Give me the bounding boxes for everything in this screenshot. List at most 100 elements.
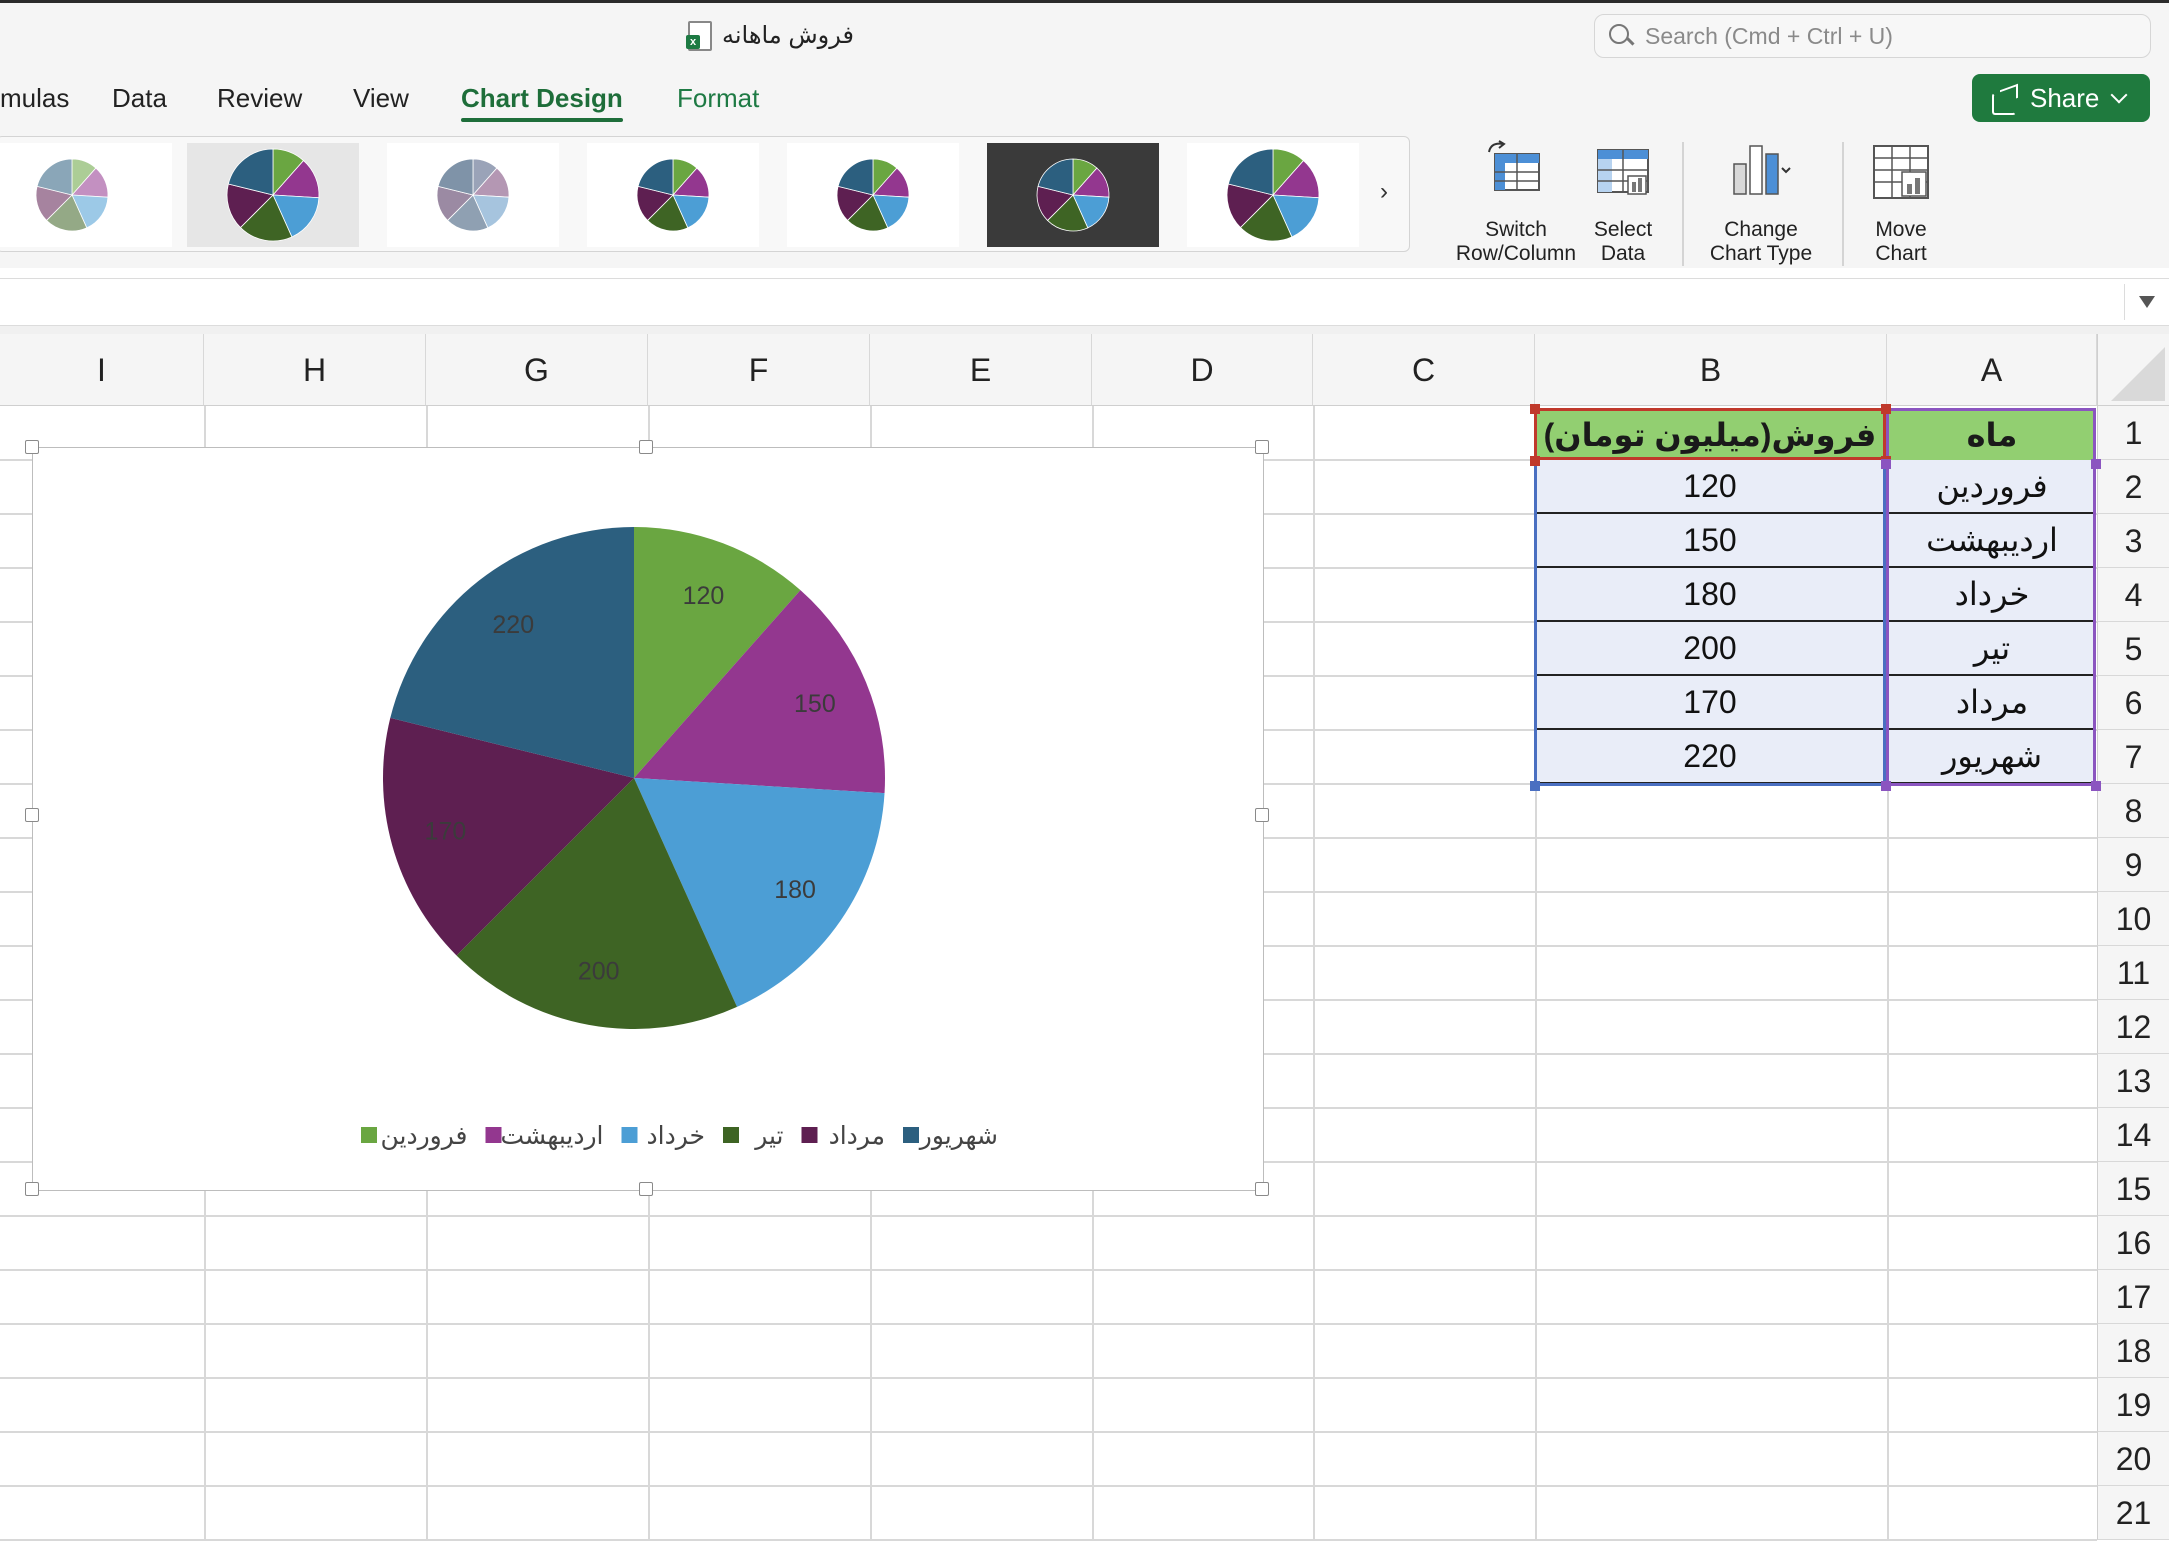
row-header-4[interactable]: 4	[2097, 568, 2169, 622]
legend-color-swatch	[723, 1127, 739, 1143]
range-handle[interactable]	[1530, 404, 1540, 414]
tab-chart-design[interactable]: Chart Design	[461, 78, 623, 122]
row-header-1[interactable]: 1	[2097, 406, 2169, 460]
legend-entry-label: مرداد	[829, 1121, 885, 1150]
chart-style-thumbnail[interactable]	[0, 143, 172, 247]
row-header-19[interactable]: 19	[2097, 1378, 2169, 1432]
row-header-5[interactable]: 5	[2097, 622, 2169, 676]
row-header-21[interactable]: 21	[2097, 1486, 2169, 1540]
legend-entry-label: شهریور	[918, 1121, 998, 1151]
row-header-7[interactable]: 7	[2097, 730, 2169, 784]
row-header-8[interactable]: 8	[2097, 784, 2169, 838]
switch-row-column-button[interactable]: Switch Row/Column	[1452, 140, 1580, 266]
legend-entry-label: فروردین	[380, 1121, 467, 1151]
chart-resize-handle[interactable]	[25, 440, 39, 454]
select-all-corner[interactable]	[2097, 334, 2169, 406]
column-header-f[interactable]: F	[648, 334, 870, 406]
legend-entry-label: خرداد	[647, 1121, 705, 1150]
range-handle[interactable]	[2091, 781, 2101, 791]
move-chart-button[interactable]: Move Chart	[1866, 140, 1936, 266]
chart-style-thumbnail[interactable]	[787, 143, 959, 247]
row-header-9[interactable]: 9	[2097, 838, 2169, 892]
move-chart-label-2: Chart	[1875, 242, 1927, 265]
range-handle[interactable]	[1881, 404, 1891, 414]
pie-data-label: 150	[794, 690, 836, 718]
select-data-icon	[1597, 149, 1649, 195]
ribbon-separator	[1842, 142, 1844, 266]
chart-style-thumbnail[interactable]	[187, 143, 359, 247]
chart-style-thumbnail[interactable]	[1187, 143, 1359, 247]
legend-color-swatch	[361, 1127, 377, 1143]
range-handle[interactable]	[1881, 459, 1891, 469]
column-header-b[interactable]: B	[1535, 334, 1887, 406]
change-chart-type-button[interactable]: Change Chart Type	[1700, 140, 1822, 266]
chart-resize-handle[interactable]	[1255, 440, 1269, 454]
row-header-6[interactable]: 6	[2097, 676, 2169, 730]
row-header-3[interactable]: 3	[2097, 514, 2169, 568]
row-header-2[interactable]: 2	[2097, 460, 2169, 514]
range-handle[interactable]	[1881, 781, 1891, 791]
column-header-c[interactable]: C	[1313, 334, 1535, 406]
tab-review[interactable]: Review	[217, 78, 302, 118]
column-header-g[interactable]: G	[426, 334, 648, 406]
expand-formula-bar-icon[interactable]	[2124, 284, 2169, 320]
pie-chart[interactable]: 120 150 180 200 170 220 شهریور مرداد تیر خرداد ارد…	[32, 447, 1262, 1189]
legend-color-swatch	[801, 1127, 818, 1143]
column-header-i[interactable]: I	[0, 334, 204, 406]
row-header-15[interactable]: 15	[2097, 1162, 2169, 1216]
row-header-10[interactable]: 10	[2097, 892, 2169, 946]
switch-row-column-label-2: Row/Column	[1455, 242, 1577, 265]
chart-resize-handle[interactable]	[1255, 1182, 1269, 1196]
document-title-text: فروش ماهانه	[722, 21, 854, 49]
range-handle[interactable]	[1530, 781, 1540, 791]
pie-data-label: 200	[578, 958, 620, 986]
column-header-a[interactable]: A	[1887, 334, 2097, 406]
row-header-13[interactable]: 13	[2097, 1054, 2169, 1108]
formula-bar[interactable]	[0, 278, 2169, 326]
row-header-17[interactable]: 17	[2097, 1270, 2169, 1324]
column-gridline	[1313, 406, 1315, 1539]
chart-resize-handle[interactable]	[639, 440, 653, 454]
pie-data-label: 170	[425, 818, 467, 846]
tab-format[interactable]: Format	[677, 78, 759, 118]
legend-entry-label: تیر	[753, 1121, 783, 1150]
row-header-18[interactable]: 18	[2097, 1324, 2169, 1378]
tab-formulas[interactable]: mulas	[0, 78, 69, 118]
chart-style-thumbnail[interactable]	[387, 143, 559, 247]
ribbon-tab-bar	[0, 72, 2169, 128]
chart-resize-handle[interactable]	[25, 808, 39, 822]
move-chart-label-1: Move	[1875, 218, 1927, 241]
change-chart-type-label-1: Change	[1724, 218, 1798, 241]
chart-resize-handle[interactable]	[639, 1182, 653, 1196]
share-label: Share	[2030, 82, 2100, 113]
tab-data[interactable]: Data	[112, 78, 167, 118]
row-gridline	[0, 1431, 2097, 1433]
chart-style-thumbnail[interactable]	[987, 143, 1159, 247]
select-data-button[interactable]: Select Data	[1588, 140, 1658, 266]
search-input[interactable]	[1643, 21, 2127, 51]
range-handle[interactable]	[2091, 459, 2101, 469]
row-header-16[interactable]: 16	[2097, 1216, 2169, 1270]
legend-color-swatch	[903, 1127, 919, 1143]
gallery-next-icon[interactable]: ›	[1380, 178, 1388, 206]
chart-resize-handle[interactable]	[25, 1182, 39, 1196]
search-box[interactable]	[1594, 14, 2151, 58]
tab-view[interactable]: View	[353, 78, 409, 118]
column-header-h[interactable]: H	[204, 334, 426, 406]
row-header-14[interactable]: 14	[2097, 1108, 2169, 1162]
row-gridline	[0, 1323, 2097, 1325]
row-header-12[interactable]: 12	[2097, 1000, 2169, 1054]
document-title: x فروش ماهانه	[686, 18, 854, 52]
row-gridline	[0, 1377, 2097, 1379]
legend-color-swatch	[485, 1127, 502, 1143]
column-header-e[interactable]: E	[870, 334, 1092, 406]
row-header-20[interactable]: 20	[2097, 1432, 2169, 1486]
share-button[interactable]: Share	[1972, 74, 2150, 122]
select-data-label-1: Select	[1593, 218, 1653, 241]
row-header-11[interactable]: 11	[2097, 946, 2169, 1000]
chevron-down-icon	[2110, 86, 2128, 104]
column-header-d[interactable]: D	[1092, 334, 1313, 406]
range-handle[interactable]	[1530, 456, 1540, 466]
chart-resize-handle[interactable]	[1255, 808, 1269, 822]
chart-style-thumbnail[interactable]	[587, 143, 759, 247]
